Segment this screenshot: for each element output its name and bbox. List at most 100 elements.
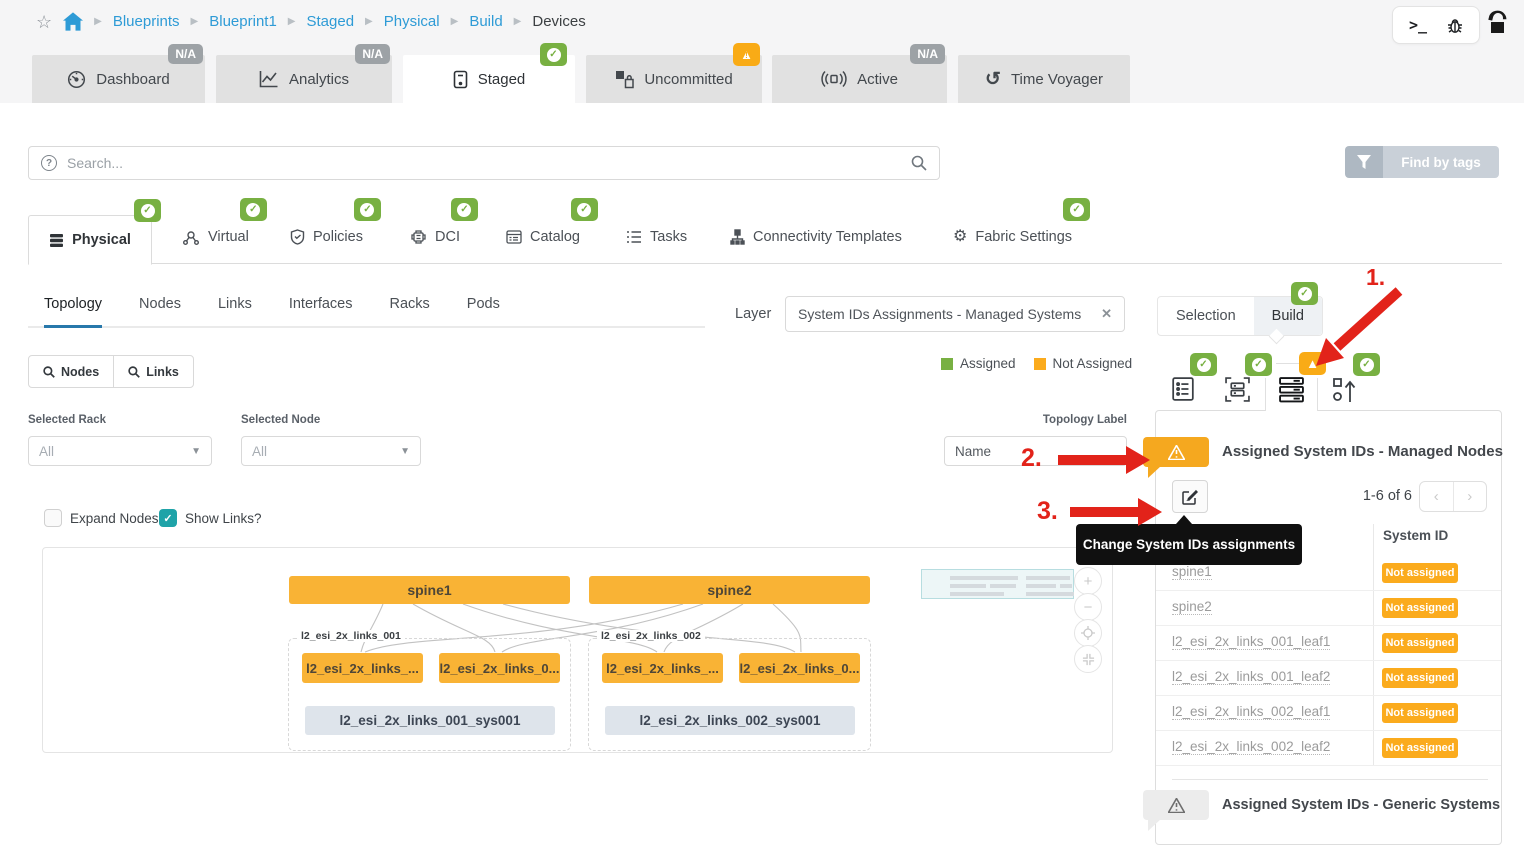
tab-label: Active — [857, 70, 898, 88]
topology-node-spine2[interactable]: spine2 — [589, 576, 870, 604]
topology-canvas[interactable]: spine1 spine2 l2_esi_2x_links_001 l2_esi… — [42, 547, 1113, 753]
view-tab-racks[interactable]: Racks — [390, 296, 430, 326]
tab-connectivity-templates[interactable]: Connectivity Templates — [730, 229, 902, 245]
breadcrumb-physical[interactable]: Physical — [384, 13, 440, 30]
search-nodes-button[interactable]: Nodes — [28, 355, 115, 388]
zoom-in-button[interactable]: + — [1074, 567, 1102, 595]
view-tabs: Topology Nodes Links Interfaces Racks Po… — [28, 296, 705, 328]
expand-nodes-label: Expand Nodes? — [70, 510, 167, 526]
tab-dashboard[interactable]: Dashboard N/A — [32, 44, 205, 103]
view-tab-interfaces[interactable]: Interfaces — [289, 296, 353, 326]
tab-time-voyager[interactable]: ↺ Time Voyager — [958, 55, 1130, 103]
bug-icon[interactable] — [1447, 17, 1463, 34]
breadcrumb-separator: ▶ — [190, 16, 199, 27]
topology-node-leaf[interactable]: l2_esi_2x_links_0... — [739, 653, 860, 683]
topology-node-leaf[interactable]: l2_esi_2x_links_... — [302, 653, 423, 683]
node-link[interactable]: l2_esi_2x_links_001_leaf2 — [1172, 669, 1331, 685]
checkbox-unchecked[interactable] — [44, 509, 62, 527]
tab-label: Connectivity Templates — [753, 229, 902, 245]
tab-tasks[interactable]: Tasks — [626, 229, 687, 245]
find-by-tags-button[interactable]: Find by tags — [1345, 146, 1499, 178]
expand-nodes-toggle[interactable]: Expand Nodes? — [44, 509, 166, 527]
tab-fabric-settings[interactable]: ⚙ Fabric Settings ✓ — [953, 198, 1091, 245]
tab-label: Physical — [72, 232, 131, 248]
topology-node-spine1[interactable]: spine1 — [289, 576, 570, 604]
breadcrumb-build[interactable]: Build — [469, 13, 502, 30]
topology-node-generic-system[interactable]: l2_esi_2x_links_001_sys001 — [305, 706, 555, 735]
active-icon-gap — [1266, 409, 1317, 411]
tab-physical[interactable]: Physical ✓ — [28, 199, 161, 265]
build-checklist-icon[interactable] — [1172, 377, 1202, 403]
prev-page-button[interactable]: ‹ — [1420, 482, 1454, 511]
tab-selection[interactable]: Selection — [1158, 297, 1254, 335]
node-link[interactable]: l2_esi_2x_links_002_leaf1 — [1172, 704, 1331, 720]
zoom-out-button[interactable]: − — [1074, 593, 1102, 621]
favorite-star-icon[interactable]: ☆ — [36, 13, 52, 31]
table-row: l2_esi_2x_links_001_leaf1 Not assigned — [1156, 626, 1501, 661]
selected-rack-select[interactable]: All ▼ — [28, 436, 212, 466]
breadcrumb-blueprints[interactable]: Blueprints — [113, 13, 180, 30]
breadcrumb-separator: ▶ — [365, 16, 373, 27]
node-link[interactable]: l2_esi_2x_links_002_leaf2 — [1172, 739, 1331, 755]
tab-analytics[interactable]: Analytics N/A — [216, 44, 392, 103]
help-circle-icon[interactable]: ? — [41, 155, 57, 171]
tab-label: Analytics — [288, 70, 350, 88]
search-links-button[interactable]: Links — [113, 355, 194, 388]
breadcrumb-staged[interactable]: Staged — [307, 13, 355, 30]
tab-catalog[interactable]: Catalog ✓ — [506, 198, 598, 245]
analytics-chart-icon — [259, 70, 279, 88]
selected-node-select[interactable]: All ▼ — [241, 436, 421, 466]
status-badge-check: ✓ — [1190, 353, 1217, 376]
tab-dci[interactable]: DCI ✓ — [410, 198, 478, 245]
build-racks-icon[interactable] — [1225, 377, 1255, 403]
unlock-icon[interactable] — [1487, 10, 1511, 38]
tab-label: Staged — [477, 70, 526, 88]
view-tab-topology[interactable]: Topology — [44, 296, 103, 328]
selected-rack-label: Selected Rack — [28, 414, 106, 426]
table-row: spine2 Not assigned — [1156, 591, 1501, 626]
view-tab-links[interactable]: Links — [218, 296, 252, 326]
tab-policies[interactable]: Policies ✓ — [290, 198, 381, 245]
table-row: l2_esi_2x_links_002_leaf1 Not assigned — [1156, 696, 1501, 731]
tab-active[interactable]: Active N/A — [772, 44, 947, 103]
chevron-down-icon: ▼ — [400, 445, 410, 457]
checkbox-checked[interactable]: ✓ — [159, 509, 177, 527]
clear-layer-icon[interactable]: ✕ — [1101, 306, 1112, 322]
build-system-ids-icon[interactable] — [1279, 377, 1309, 403]
build-deploy-icon[interactable] — [1333, 377, 1363, 403]
table-row: l2_esi_2x_links_001_leaf2 Not assigned — [1156, 661, 1501, 696]
next-page-button[interactable]: › — [1454, 482, 1487, 511]
annotation-step-3: 3. — [1037, 497, 1058, 525]
layer-select[interactable]: System IDs Assignments - Managed Systems… — [785, 296, 1125, 332]
tab-staged[interactable]: Staged ✓ — [403, 43, 575, 103]
topology-node-leaf[interactable]: l2_esi_2x_links_... — [602, 653, 723, 683]
broadcast-icon — [821, 70, 847, 88]
find-by-tags-label: Find by tags — [1383, 146, 1499, 178]
search-icon[interactable] — [911, 155, 927, 171]
warning-bubble-icon — [1143, 437, 1209, 478]
breadcrumb-devices: Devices — [532, 13, 586, 30]
annotation-step-1: 1. — [1366, 264, 1386, 290]
search-input[interactable] — [67, 155, 901, 171]
node-link[interactable]: l2_esi_2x_links_001_leaf1 — [1172, 634, 1331, 650]
breadcrumb-blueprint1[interactable]: Blueprint1 — [209, 13, 277, 30]
view-tab-nodes[interactable]: Nodes — [139, 296, 181, 326]
fit-to-screen-button[interactable] — [1074, 645, 1102, 673]
tab-virtual[interactable]: Virtual ✓ — [183, 198, 267, 245]
topology-node-generic-system[interactable]: l2_esi_2x_links_002_sys001 — [605, 706, 855, 735]
managed-nodes-heading: Assigned System IDs - Managed Nodes — [1222, 443, 1503, 460]
show-links-toggle[interactable]: ✓ Show Links? — [159, 509, 262, 527]
change-system-ids-button[interactable] — [1172, 480, 1208, 513]
tab-label: Policies — [313, 229, 363, 245]
view-tab-pods[interactable]: Pods — [467, 296, 500, 326]
minimap[interactable] — [921, 569, 1074, 599]
terminal-icon[interactable]: >_ — [1409, 16, 1427, 34]
node-link[interactable]: spine2 — [1172, 599, 1212, 615]
section-divider — [1172, 779, 1488, 780]
chevron-down-icon: ▼ — [191, 445, 201, 457]
topology-node-leaf[interactable]: l2_esi_2x_links_0... — [439, 653, 560, 683]
home-icon[interactable] — [63, 12, 84, 31]
locate-target-button[interactable] — [1074, 619, 1102, 647]
tab-uncommitted[interactable]: Uncommitted ▲! — [586, 43, 762, 103]
node-link[interactable]: spine1 — [1172, 564, 1212, 580]
